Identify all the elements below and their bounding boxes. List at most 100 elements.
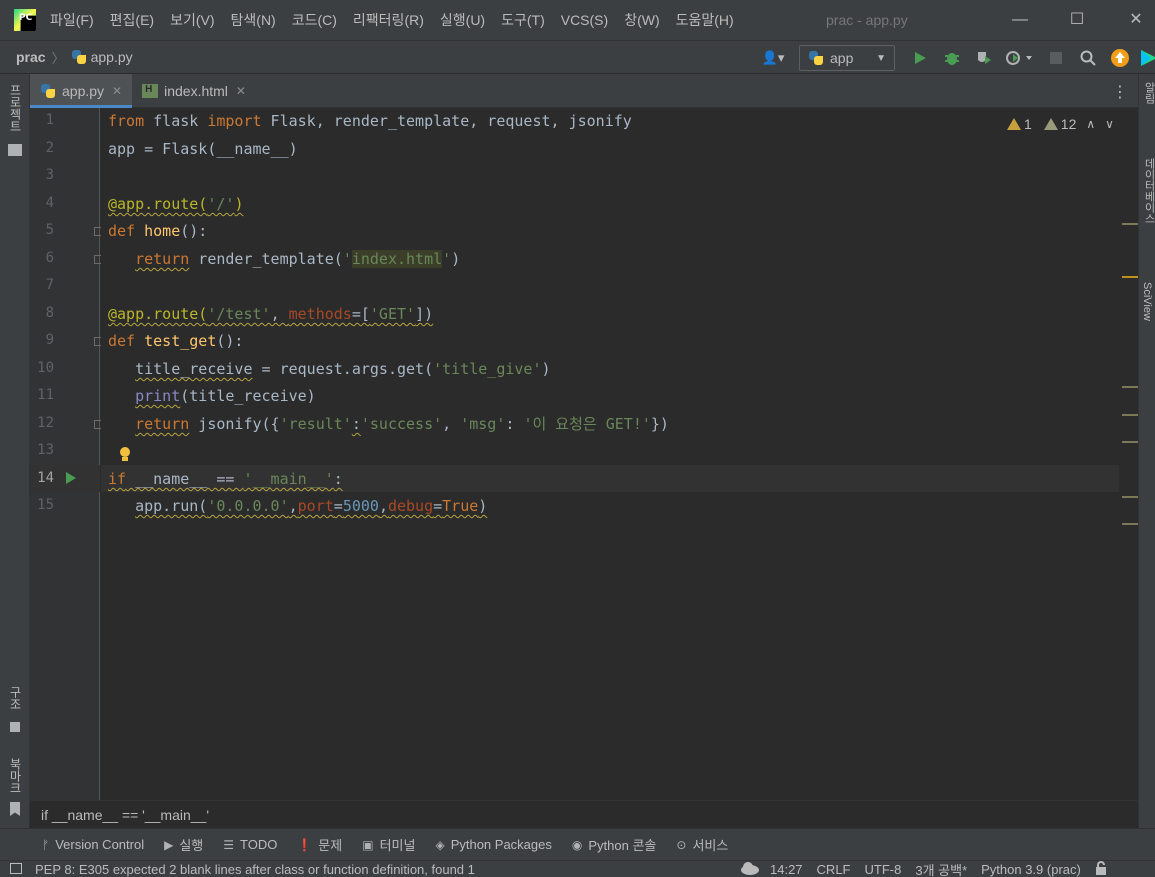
breadcrumb-project[interactable]: prac <box>16 49 46 65</box>
lock-icon[interactable] <box>1095 861 1107 877</box>
previous-problem-icon[interactable]: ∧ <box>1086 117 1095 131</box>
next-problem-icon[interactable]: ∨ <box>1105 117 1114 131</box>
toggle-tool-windows-icon[interactable] <box>10 863 22 874</box>
stripe-mark[interactable] <box>1122 276 1138 278</box>
profile-icon[interactable] <box>1005 47 1035 69</box>
debug-icon[interactable] <box>941 47 963 69</box>
services-button[interactable]: ⊙ 서비스 <box>676 835 728 854</box>
todo-button[interactable]: ☰ TODO <box>223 837 277 852</box>
bookmark-icon[interactable] <box>10 802 20 816</box>
line-separator[interactable]: CRLF <box>817 862 851 877</box>
html-file-icon <box>142 83 159 98</box>
sciview-tool-button[interactable]: SciView <box>1141 282 1153 321</box>
stripe-mark[interactable] <box>1122 523 1138 525</box>
menu-vcs[interactable]: VCS(S) <box>561 12 608 28</box>
pycharm-logo-icon[interactable]: PC <box>14 9 36 31</box>
caret-position[interactable]: 14:27 <box>770 862 803 877</box>
line-number: 11 <box>37 387 54 403</box>
python-interpreter[interactable]: Python 3.9 (prac) <box>981 862 1081 877</box>
weak-warning-count: 12 <box>1060 116 1077 132</box>
menu-run[interactable]: 실행(U) <box>440 10 485 30</box>
database-tool-button[interactable]: 데이터베이스 <box>1141 158 1155 224</box>
warning-count: 1 <box>1024 116 1032 132</box>
python-packages-button[interactable]: ◈ Python Packages <box>435 837 551 852</box>
code-line-10: title_receive = request.args.get('title_… <box>135 360 551 378</box>
stripe-mark[interactable] <box>1122 223 1138 225</box>
python-console-button[interactable]: ◉ Python 콘솔 <box>572 835 657 854</box>
weak-warning-icon <box>1043 118 1058 130</box>
coverage-icon[interactable] <box>973 47 995 69</box>
notifications-tool-button[interactable]: 알림 <box>1141 82 1155 104</box>
folder-icon[interactable] <box>8 144 22 156</box>
menu-navigate[interactable]: 탐색(N) <box>231 10 276 30</box>
indent-setting[interactable]: 3개 공백* <box>915 860 967 877</box>
bookmarks-tool-button[interactable]: 북마크 <box>7 758 24 794</box>
file-encoding[interactable]: UTF-8 <box>865 862 902 877</box>
code-line-8: @app.route('/test', methods=['GET']) <box>108 305 434 323</box>
search-icon[interactable] <box>1077 47 1099 69</box>
minimize-button[interactable]: — <box>1008 8 1032 32</box>
jetbrains-toolbox-icon[interactable] <box>1141 47 1155 69</box>
menu-edit[interactable]: 편집(E) <box>110 10 154 30</box>
editor-tab-bar: app.py ✕ index.html ✕ ⋮ <box>30 74 1138 108</box>
packages-icon: ◈ <box>435 837 445 852</box>
stop-icon[interactable] <box>1045 47 1067 69</box>
run-configuration-select[interactable]: app ▼ <box>799 45 895 71</box>
user-account-icon[interactable]: 👤▾ <box>757 47 789 69</box>
python-file-icon <box>40 83 56 99</box>
code-line-9: def test_get(): <box>108 332 244 350</box>
project-tool-button[interactable]: 프로젝트 <box>7 84 24 132</box>
code-breadcrumb[interactable]: if __name__ == '__main__' <box>30 800 1138 828</box>
menu-code[interactable]: 코드(C) <box>292 10 337 30</box>
warning-icon <box>1007 118 1021 130</box>
menu-file[interactable]: 파일(F) <box>50 10 94 30</box>
tab-app-py[interactable]: app.py ✕ <box>30 74 133 108</box>
maximize-button[interactable]: ☐ <box>1065 8 1089 32</box>
tab-label: index.html <box>164 82 228 99</box>
problems-button[interactable]: ❗ 문제 <box>297 835 342 854</box>
close-tab-icon[interactable]: ✕ <box>236 84 246 98</box>
breadcrumb-separator: 〉 <box>51 50 65 66</box>
close-window-button[interactable]: ✕ <box>1124 8 1148 32</box>
version-control-button[interactable]: ᚠ Version Control <box>42 837 144 852</box>
update-icon[interactable] <box>1109 47 1131 69</box>
line-number-current: 14 <box>37 470 54 486</box>
tab-index-html[interactable]: index.html ✕ <box>132 74 256 107</box>
run-gutter-icon[interactable] <box>66 472 76 484</box>
line-number: 7 <box>45 277 54 293</box>
cloud-icon[interactable] <box>740 861 760 877</box>
menu-tools[interactable]: 도구(T) <box>501 10 545 30</box>
breadcrumb-file[interactable]: app.py <box>91 49 133 65</box>
left-tool-strip: 프로젝트 구조 북마크 <box>0 74 30 828</box>
menu-refactor[interactable]: 리팩터링(R) <box>353 10 424 30</box>
structure-icon[interactable] <box>10 722 20 732</box>
navigation-bar: prac 〉 app.py 👤▾ app ▼ <box>0 40 1155 74</box>
run-tool-button[interactable]: ▶ 실행 <box>164 835 203 854</box>
run-configuration-label: app <box>830 50 854 66</box>
code-line-5: def home(): <box>108 222 208 240</box>
status-message[interactable]: PEP 8: E305 expected 2 blank lines after… <box>35 862 475 877</box>
stripe-mark[interactable] <box>1122 414 1138 416</box>
terminal-button[interactable]: ▣ 터미널 <box>362 835 415 854</box>
chevron-down-icon: ▼ <box>876 52 886 64</box>
error-stripe[interactable] <box>1119 108 1138 800</box>
code-editor[interactable]: from flask import Flask, render_template… <box>101 108 1119 800</box>
line-number: 1 <box>45 112 54 128</box>
tab-label: app.py <box>62 82 105 99</box>
stripe-mark[interactable] <box>1122 386 1138 388</box>
tab-options-icon[interactable]: ⋮ <box>1112 82 1128 102</box>
menu-help[interactable]: 도움말(H) <box>676 10 734 30</box>
lightbulb-icon[interactable] <box>119 446 131 462</box>
menu-window[interactable]: 창(W) <box>624 10 659 30</box>
stripe-mark[interactable] <box>1122 496 1138 498</box>
stripe-mark[interactable] <box>1122 441 1138 443</box>
structure-tool-button[interactable]: 구조 <box>7 686 24 710</box>
python-console-icon: ◉ <box>571 837 583 852</box>
inspections-widget[interactable]: 1 12 ∧ ∨ <box>1007 116 1114 132</box>
line-number: 6 <box>45 250 54 266</box>
branch-icon: ᚠ <box>42 837 50 852</box>
menu-view[interactable]: 보기(V) <box>170 10 214 30</box>
run-icon[interactable] <box>909 47 931 69</box>
close-tab-icon[interactable]: ✕ <box>112 84 122 98</box>
line-number: 8 <box>45 305 54 321</box>
